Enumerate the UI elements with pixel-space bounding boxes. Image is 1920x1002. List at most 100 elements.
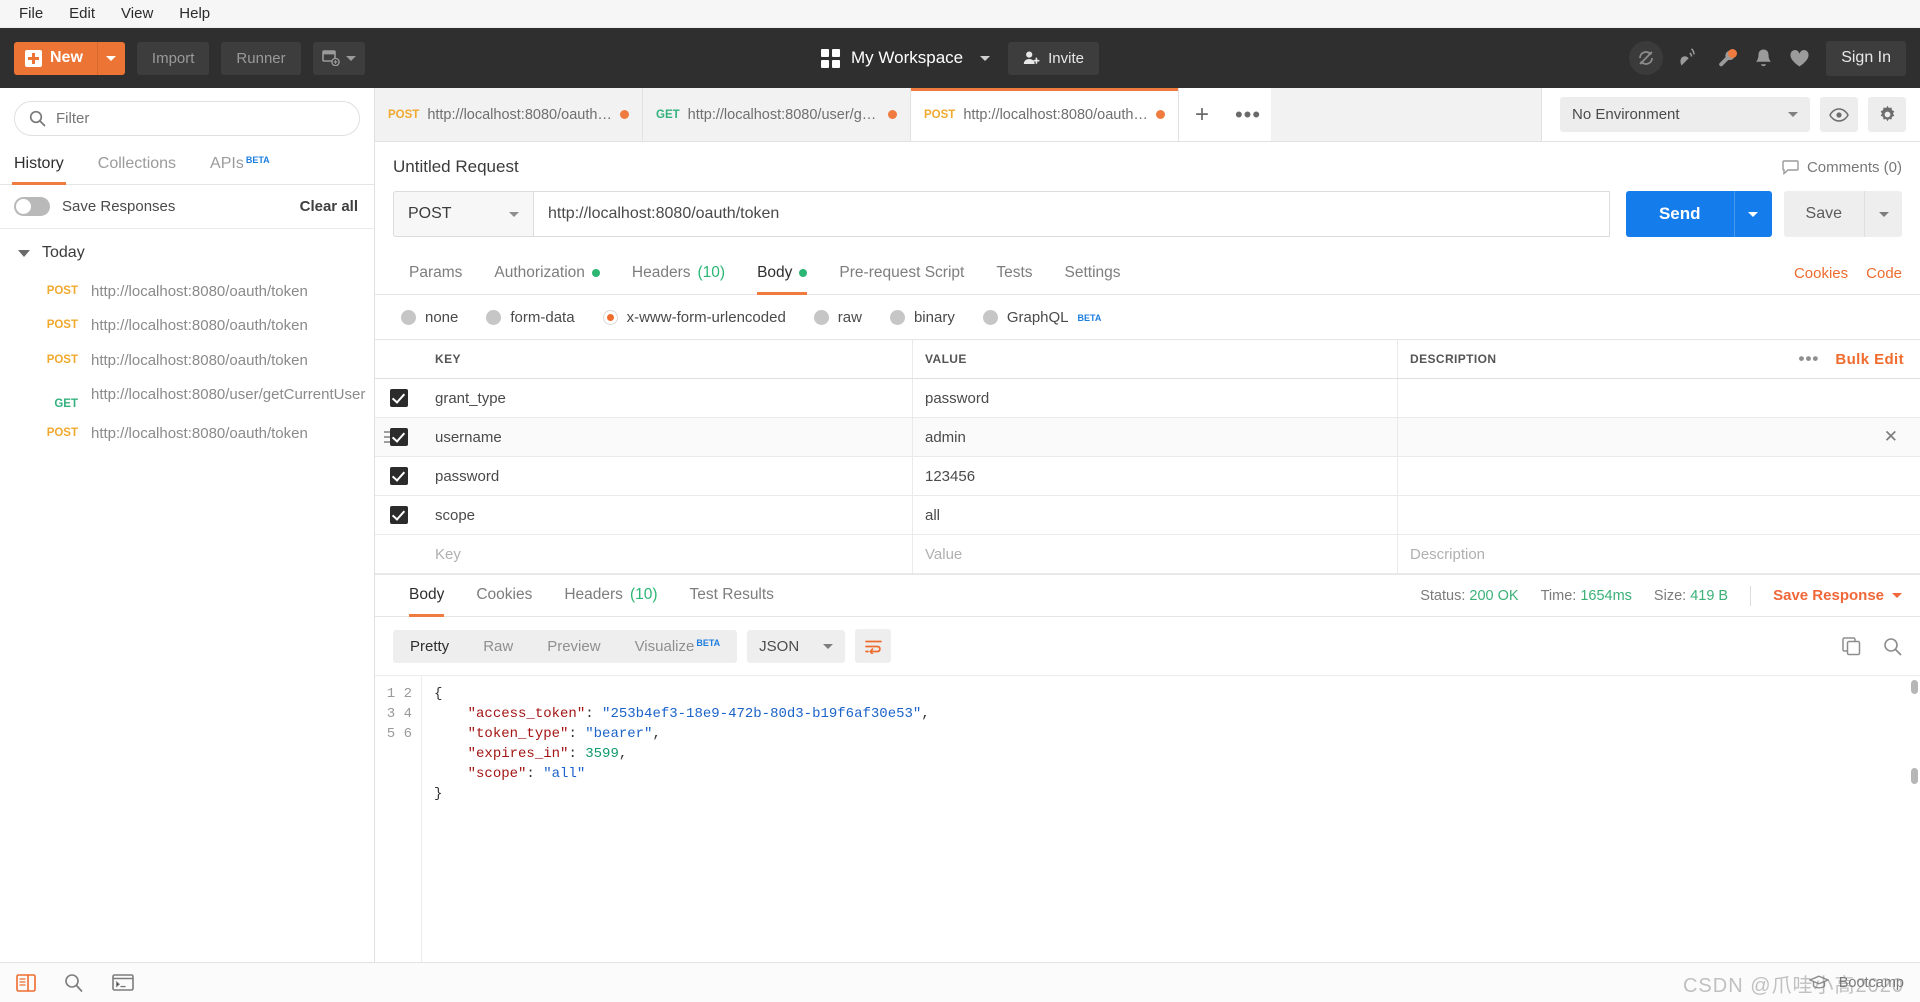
clear-all-button[interactable]: Clear all [300, 198, 358, 215]
row-checkbox[interactable] [390, 389, 408, 407]
row-key[interactable]: grant_type [423, 379, 913, 417]
tab-headers[interactable]: Headers (10) [616, 253, 741, 294]
list-item[interactable]: POST http://localhost:8080/oauth/token [0, 275, 374, 309]
list-item[interactable]: GET http://localhost:8080/user/getCurren… [0, 378, 374, 417]
menu-edit[interactable]: Edit [58, 2, 106, 25]
list-item[interactable]: POST http://localhost:8080/oauth/token [0, 309, 374, 343]
sidebar-toggle-icon[interactable] [16, 973, 36, 992]
scrollbar-thumb-2[interactable] [1911, 768, 1918, 784]
history-group-today[interactable]: Today [0, 229, 374, 275]
save-response-button[interactable]: Save Response [1773, 587, 1902, 604]
delete-row-icon[interactable]: ✕ [1884, 427, 1908, 447]
view-mode-visualize[interactable]: Visualize BETA [618, 630, 738, 663]
sidebar-tab-history[interactable]: History [12, 147, 66, 185]
workspace-switcher[interactable]: My Workspace Invite [821, 41, 1099, 75]
response-tab-body[interactable]: Body [393, 575, 460, 617]
view-mode-preview[interactable]: Preview [530, 630, 617, 663]
row-checkbox[interactable] [390, 506, 408, 524]
row-key[interactable]: password [423, 457, 913, 495]
find-icon[interactable] [64, 973, 84, 992]
table-row[interactable]: scope all [375, 496, 1920, 535]
body-type-binary[interactable]: binary [889, 309, 955, 326]
new-row-value[interactable]: Value [913, 535, 1398, 573]
table-row[interactable]: username admin ✕ [375, 418, 1920, 457]
environment-quick-look-button[interactable] [1820, 97, 1858, 132]
tab-tests[interactable]: Tests [980, 253, 1048, 294]
table-more-button[interactable]: ••• [1799, 349, 1820, 369]
heart-icon[interactable] [1789, 49, 1810, 68]
tab-settings[interactable]: Settings [1049, 253, 1137, 294]
sync-off-icon[interactable] [1629, 41, 1664, 75]
wrench-icon[interactable] [1717, 48, 1738, 69]
table-row-placeholder[interactable]: Key Value Description [375, 535, 1920, 574]
new-tab-button[interactable]: + [1179, 88, 1225, 141]
workspace-name[interactable]: My Workspace [821, 48, 991, 68]
new-window-button[interactable] [312, 41, 365, 75]
body-type-urlencoded[interactable]: x-www-form-urlencoded [602, 309, 786, 326]
body-type-raw[interactable]: raw [813, 309, 862, 326]
row-description[interactable] [1398, 457, 1920, 495]
row-key[interactable]: username [423, 418, 913, 456]
row-description[interactable]: ✕ [1398, 418, 1920, 456]
save-button[interactable]: Save [1783, 191, 1864, 237]
response-body-code[interactable]: 1 2 3 4 5 6 { "access_token": "253b4ef3-… [375, 675, 1920, 962]
word-wrap-button[interactable] [855, 629, 892, 663]
tab-pre-request-script[interactable]: Pre-request Script [823, 253, 980, 294]
save-options-button[interactable] [1864, 191, 1902, 237]
save-responses-toggle[interactable] [14, 197, 50, 216]
unsaved-dot-icon[interactable] [620, 110, 629, 119]
row-value[interactable]: password [913, 379, 1398, 417]
comments-button[interactable]: Comments (0) [1782, 159, 1902, 176]
request-tab-1[interactable]: POST http://localhost:8080/oauth/to... [375, 88, 643, 141]
copy-icon[interactable] [1842, 636, 1861, 656]
new-row-description[interactable]: Description [1398, 535, 1920, 573]
new-dropdown-caret[interactable] [96, 41, 125, 75]
request-tab-2[interactable]: GET http://localhost:8080/user/getC... [643, 88, 911, 141]
row-description[interactable] [1398, 496, 1920, 534]
list-item[interactable]: POST http://localhost:8080/oauth/token [0, 344, 374, 378]
view-mode-pretty[interactable]: Pretty [393, 630, 466, 663]
row-checkbox[interactable] [390, 428, 408, 446]
tabs-more-button[interactable]: ••• [1225, 88, 1271, 141]
menu-view[interactable]: View [110, 2, 164, 25]
tab-body[interactable]: Body [741, 253, 823, 295]
settings-button[interactable] [1868, 97, 1906, 132]
url-input[interactable]: http://localhost:8080/oauth/token [533, 191, 1610, 237]
body-type-none[interactable]: none [401, 309, 458, 326]
tab-params[interactable]: Params [393, 253, 478, 294]
bulk-edit-button[interactable]: Bulk Edit [1835, 351, 1904, 368]
body-type-graphql[interactable]: GraphQL BETA [982, 309, 1101, 326]
sidebar-tab-collections[interactable]: Collections [96, 147, 178, 184]
table-row[interactable]: grant_type password [375, 379, 1920, 418]
scrollbar-thumb[interactable] [1911, 680, 1918, 694]
response-tab-test-results[interactable]: Test Results [674, 575, 790, 616]
list-item[interactable]: POST http://localhost:8080/oauth/token [0, 417, 374, 451]
search-icon[interactable] [1883, 637, 1902, 656]
tab-authorization[interactable]: Authorization [478, 253, 615, 294]
import-button[interactable]: Import [136, 41, 210, 75]
response-tab-cookies[interactable]: Cookies [460, 575, 548, 616]
unsaved-dot-icon[interactable] [1156, 110, 1165, 119]
new-row-key[interactable]: Key [423, 535, 913, 573]
console-icon[interactable] [112, 974, 134, 991]
request-tab-3[interactable]: POST http://localhost:8080/oauth/to... [911, 88, 1179, 141]
table-row[interactable]: password 123456 [375, 457, 1920, 496]
send-button[interactable]: Send [1625, 191, 1734, 237]
environment-select[interactable]: No Environment [1560, 97, 1810, 132]
response-tab-headers[interactable]: Headers (10) [548, 575, 673, 616]
menu-file[interactable]: File [8, 2, 54, 25]
row-key[interactable]: scope [423, 496, 913, 534]
sidebar-tab-apis[interactable]: APIs BETA [208, 147, 272, 184]
response-format-select[interactable]: JSON [747, 629, 846, 663]
sign-in-button[interactable]: Sign In [1826, 40, 1906, 76]
menu-help[interactable]: Help [168, 2, 221, 25]
cookies-link[interactable]: Cookies [1794, 254, 1848, 294]
invite-button[interactable]: Invite [1008, 41, 1099, 75]
new-button[interactable]: New [14, 41, 125, 75]
row-checkbox[interactable] [390, 467, 408, 485]
method-select[interactable]: POST [393, 191, 533, 237]
bell-icon[interactable] [1754, 48, 1773, 69]
body-type-form-data[interactable]: form-data [486, 309, 575, 326]
json-content[interactable]: { "access_token": "253b4ef3-18e9-472b-80… [421, 676, 1920, 962]
row-value[interactable]: all [913, 496, 1398, 534]
